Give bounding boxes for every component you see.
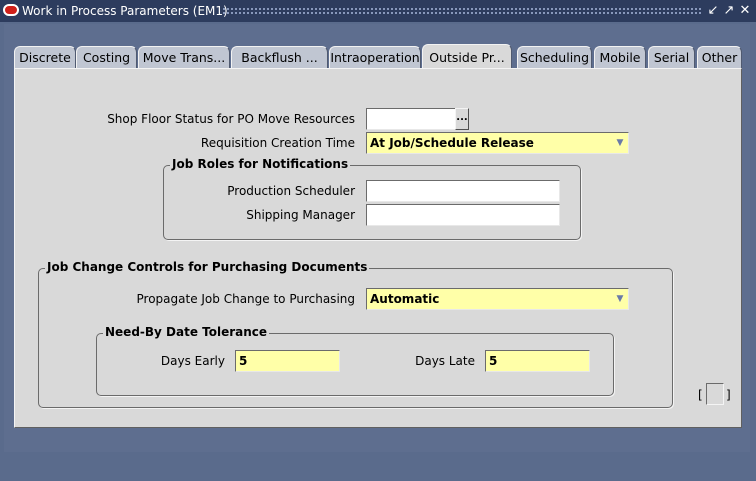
oracle-logo-icon (3, 4, 19, 16)
propagate-job-change-select[interactable]: Automatic ▼ (366, 288, 629, 310)
tab-serial[interactable]: Serial (648, 46, 695, 68)
job-change-controls-title: Job Change Controls for Purchasing Docum… (45, 260, 370, 274)
tab-other[interactable]: Other (697, 46, 742, 68)
dropdown-arrow-icon[interactable]: ▼ (613, 134, 627, 152)
tab-scheduling[interactable]: Scheduling (517, 46, 592, 68)
job-roles-title: Job Roles for Notifications (170, 157, 351, 171)
close-icon[interactable]: ✕ (738, 3, 752, 18)
requisition-creation-label: Requisition Creation Time (200, 136, 355, 150)
days-early-input[interactable]: 5 (235, 350, 340, 372)
days-early-label: Days Early (160, 354, 225, 368)
dropdown-arrow-icon[interactable]: ▼ (613, 290, 627, 308)
shipping-manager-input[interactable] (366, 204, 560, 226)
descriptive-flexfield-box[interactable] (706, 383, 724, 405)
window-titlebar: Work in Process Parameters (EM1) ↙ ↗ ✕ (0, 0, 756, 22)
list-of-values-button[interactable]: ... (455, 108, 469, 130)
flexfield-bracket-left: [ (698, 388, 703, 402)
titlebar-grip[interactable] (222, 7, 702, 15)
tab-backflush[interactable]: Backflush ... (231, 46, 328, 68)
shop-floor-status-input[interactable] (366, 108, 456, 130)
shop-floor-status-label: Shop Floor Status for PO Move Resources (107, 112, 355, 126)
window-title: Work in Process Parameters (EM1) (22, 4, 228, 18)
production-scheduler-input[interactable] (366, 180, 560, 202)
need-by-tolerance-title: Need-By Date Tolerance (103, 325, 270, 339)
tab-discrete[interactable]: Discrete (14, 46, 76, 68)
flexfield-bracket-right: ] (726, 388, 731, 402)
job-roles-group (163, 165, 581, 240)
days-late-label: Days Late (415, 354, 475, 368)
propagate-job-change-value: Automatic (370, 292, 440, 306)
days-late-input[interactable]: 5 (485, 350, 590, 372)
tab-outside-processing[interactable]: Outside Pr... (422, 44, 512, 68)
minimize-icon[interactable]: ↙ (706, 3, 720, 18)
tab-costing[interactable]: Costing (76, 46, 137, 68)
tab-panel: Shop Floor Status for PO Move Resources … (14, 68, 742, 428)
tab-move-transactions[interactable]: Move Trans... (138, 46, 230, 68)
maximize-icon[interactable]: ↗ (722, 3, 736, 18)
requisition-creation-select[interactable]: At Job/Schedule Release ▼ (366, 132, 629, 154)
requisition-creation-value: At Job/Schedule Release (370, 136, 534, 150)
production-scheduler-label: Production Scheduler (227, 184, 355, 198)
tab-mobile[interactable]: Mobile (594, 46, 646, 68)
tab-intraoperation[interactable]: Intraoperation (329, 46, 421, 68)
propagate-job-change-label: Propagate Job Change to Purchasing (136, 292, 355, 306)
shipping-manager-label: Shipping Manager (246, 208, 355, 222)
